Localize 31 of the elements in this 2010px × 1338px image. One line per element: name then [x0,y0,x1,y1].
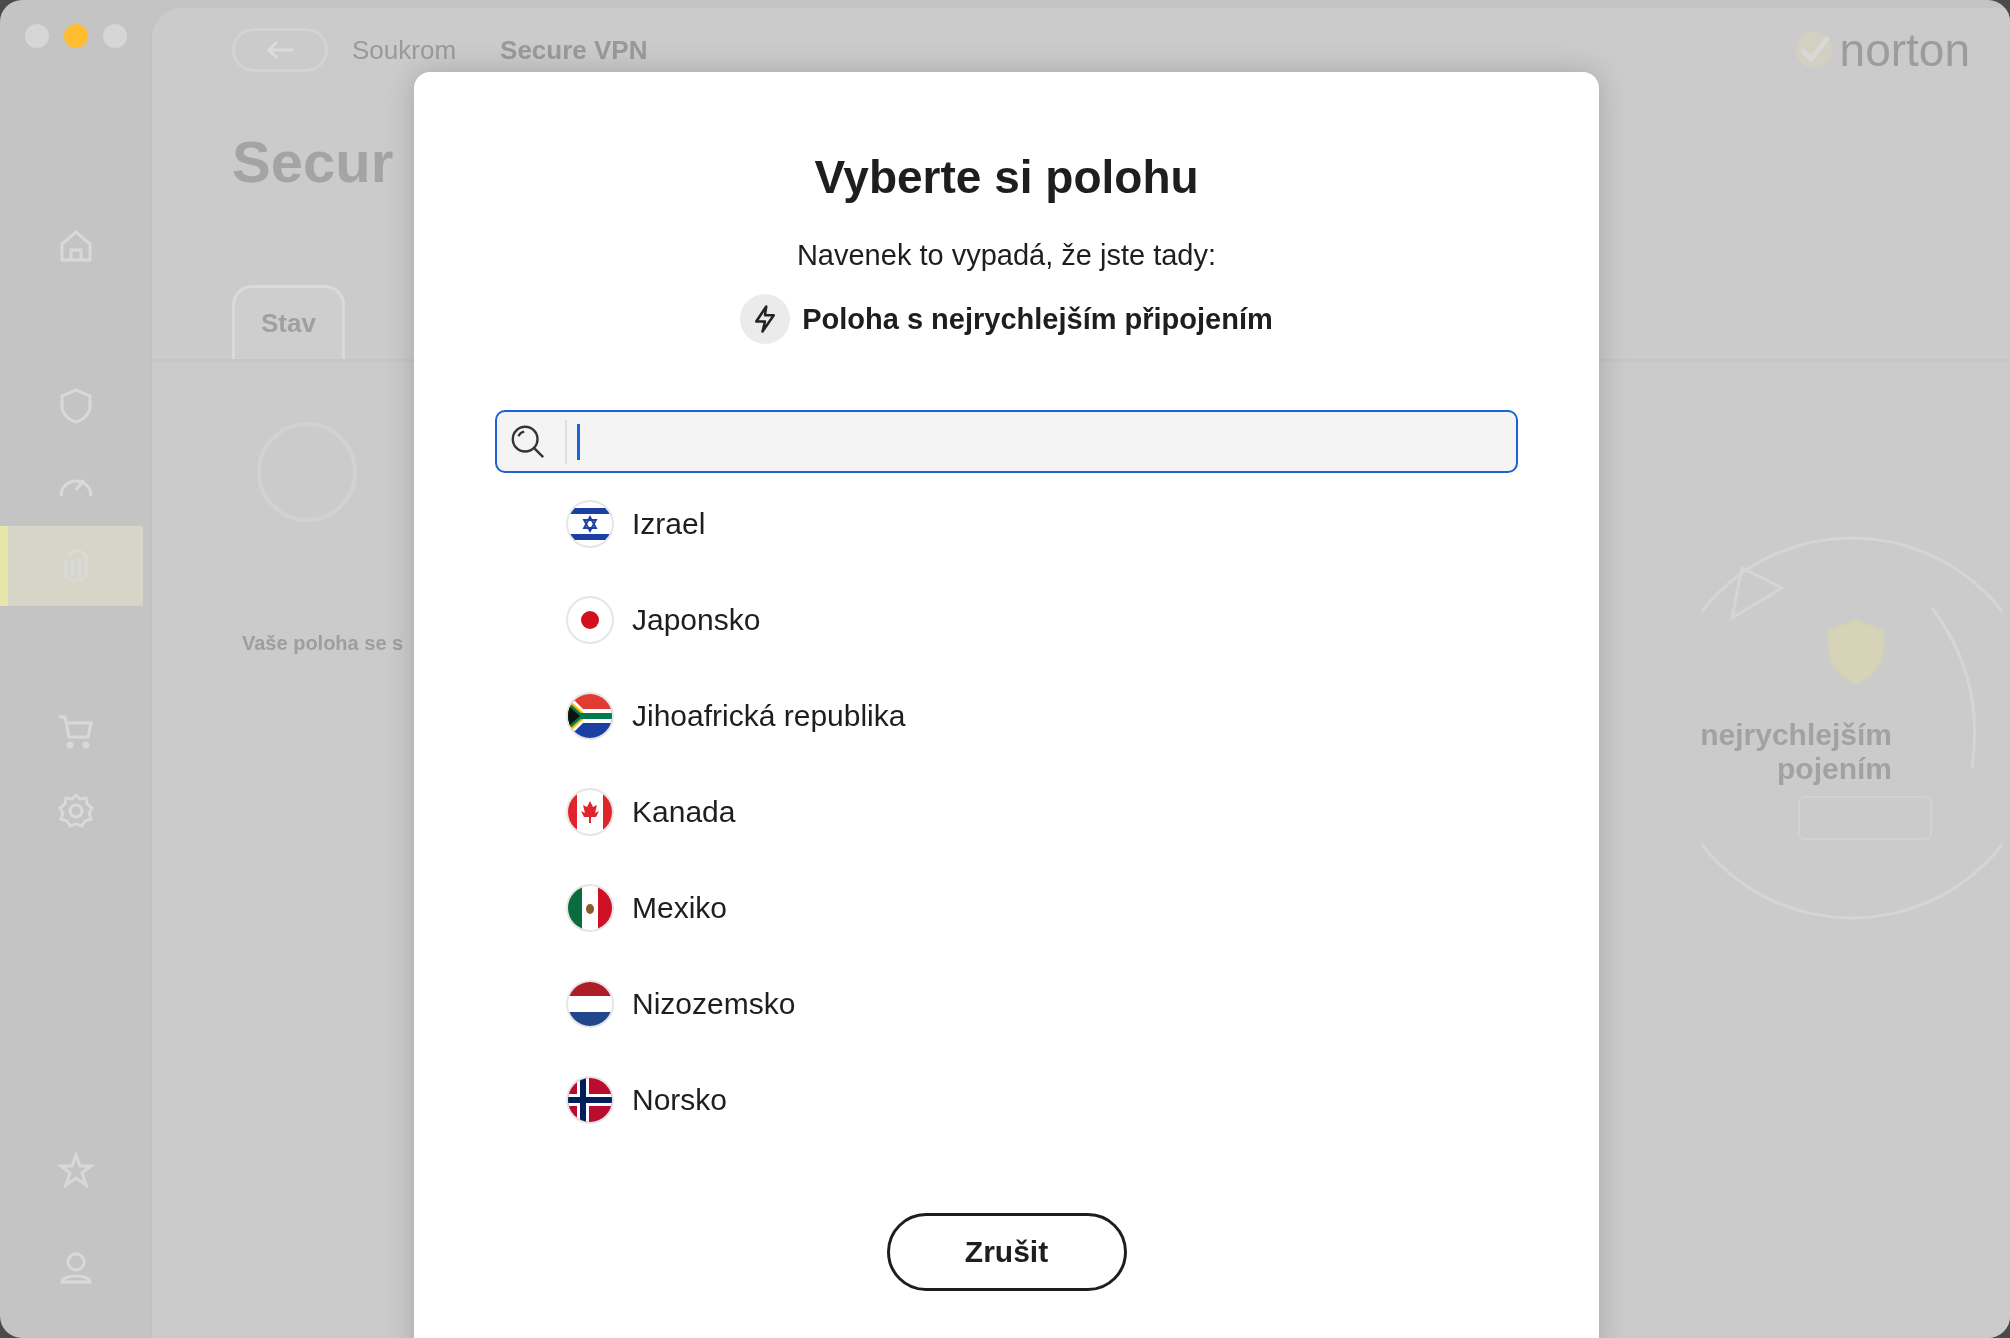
flag-icon [565,883,615,933]
location-name: Japonsko [632,603,761,637]
dialog-title: Vyberte si polohu [813,150,1200,205]
location-name: Kanada [632,795,736,829]
flag-icon [565,787,615,837]
sidebar-item[interactable] [0,526,143,606]
window-control[interactable] [64,24,88,48]
checkmark-logo-icon [1793,30,1834,70]
flag-icon [565,691,615,741]
location-item[interactable]: Norsko [565,1052,1518,1148]
location-name: Jihoafrická republika [632,699,906,733]
dialog-subtitle: Navenek to vypadá, že jste tady: [795,238,1218,273]
flag-icon [565,499,615,549]
location-name: Nizozemsko [632,987,796,1021]
search-field[interactable] [495,410,1518,473]
current-location: Poloha s nejrychlejším připojením [802,302,1273,336]
location-item[interactable]: Japonsko [565,572,1518,668]
location-item[interactable]: Izrael [565,476,1518,572]
flag-icon [565,595,615,645]
location-name: Norsko [632,1083,728,1117]
location-name: Izrael [632,507,706,541]
lightning-icon [740,294,791,344]
cancel-button[interactable]: Zrušit [886,1213,1127,1291]
flag-icon [565,979,615,1029]
text-cursor [577,423,580,460]
location-name: Mexiko [632,891,728,925]
location-item[interactable]: Mexiko [565,860,1518,956]
flag-icon [565,1075,615,1125]
location-item[interactable]: Kanada [565,764,1518,860]
location-item[interactable]: Jihoafrická republika [565,668,1518,764]
location-item[interactable]: Nizozemsko [565,956,1518,1052]
